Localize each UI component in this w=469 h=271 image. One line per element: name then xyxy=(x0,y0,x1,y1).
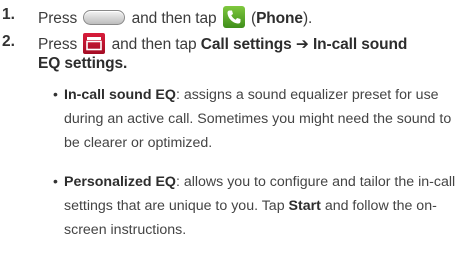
step-2-line-1: Press and then tap Call settings ➔ In-ca… xyxy=(38,33,407,55)
option-line: Personalized EQ: allows you to configure… xyxy=(64,172,455,192)
bullet-icon: • xyxy=(53,86,58,102)
step-text: Press xyxy=(38,36,78,53)
option-line: screen instructions. xyxy=(64,222,187,238)
option-text: and follow the on- xyxy=(324,198,437,214)
option-title: In-call sound EQ xyxy=(64,87,176,103)
step-1-line: Press and then tap (Phone). xyxy=(38,6,312,29)
instructions-page: 1. Press and then tap (Phone). 2. Press xyxy=(0,0,469,271)
step-text: Press xyxy=(38,10,78,27)
step-text: and then tap xyxy=(131,10,217,27)
menu-key-icon xyxy=(83,33,106,54)
option-line: settings that are unique to you. Tap Sta… xyxy=(64,196,437,216)
phone-app-icon xyxy=(222,6,245,28)
step-text: ). xyxy=(302,10,313,27)
bullet-icon: • xyxy=(53,173,58,189)
app-name-label: Phone xyxy=(256,10,303,27)
option-line: In-call sound EQ: assigns a sound equali… xyxy=(64,85,439,105)
step-text: and then tap xyxy=(111,36,197,53)
step-number: 2. xyxy=(2,33,15,50)
option-text: settings that are unique to you. Tap xyxy=(64,198,289,214)
step-2-line-2: EQ settings. xyxy=(38,55,128,72)
start-label: Start xyxy=(288,198,321,214)
option-title: Personalized EQ xyxy=(64,174,176,190)
option-line: be clearer or optimized. xyxy=(64,135,213,151)
option-text: : allows you to configure and tailor the… xyxy=(175,174,456,190)
option-line: during an active call. Sometimes you mig… xyxy=(64,111,452,127)
home-key-icon xyxy=(83,10,126,25)
step-number: 1. xyxy=(2,6,15,23)
menu-path-label: Call settings ➔ In-call sound xyxy=(200,36,408,53)
option-text: : assigns a sound equalizer preset for u… xyxy=(175,87,439,103)
